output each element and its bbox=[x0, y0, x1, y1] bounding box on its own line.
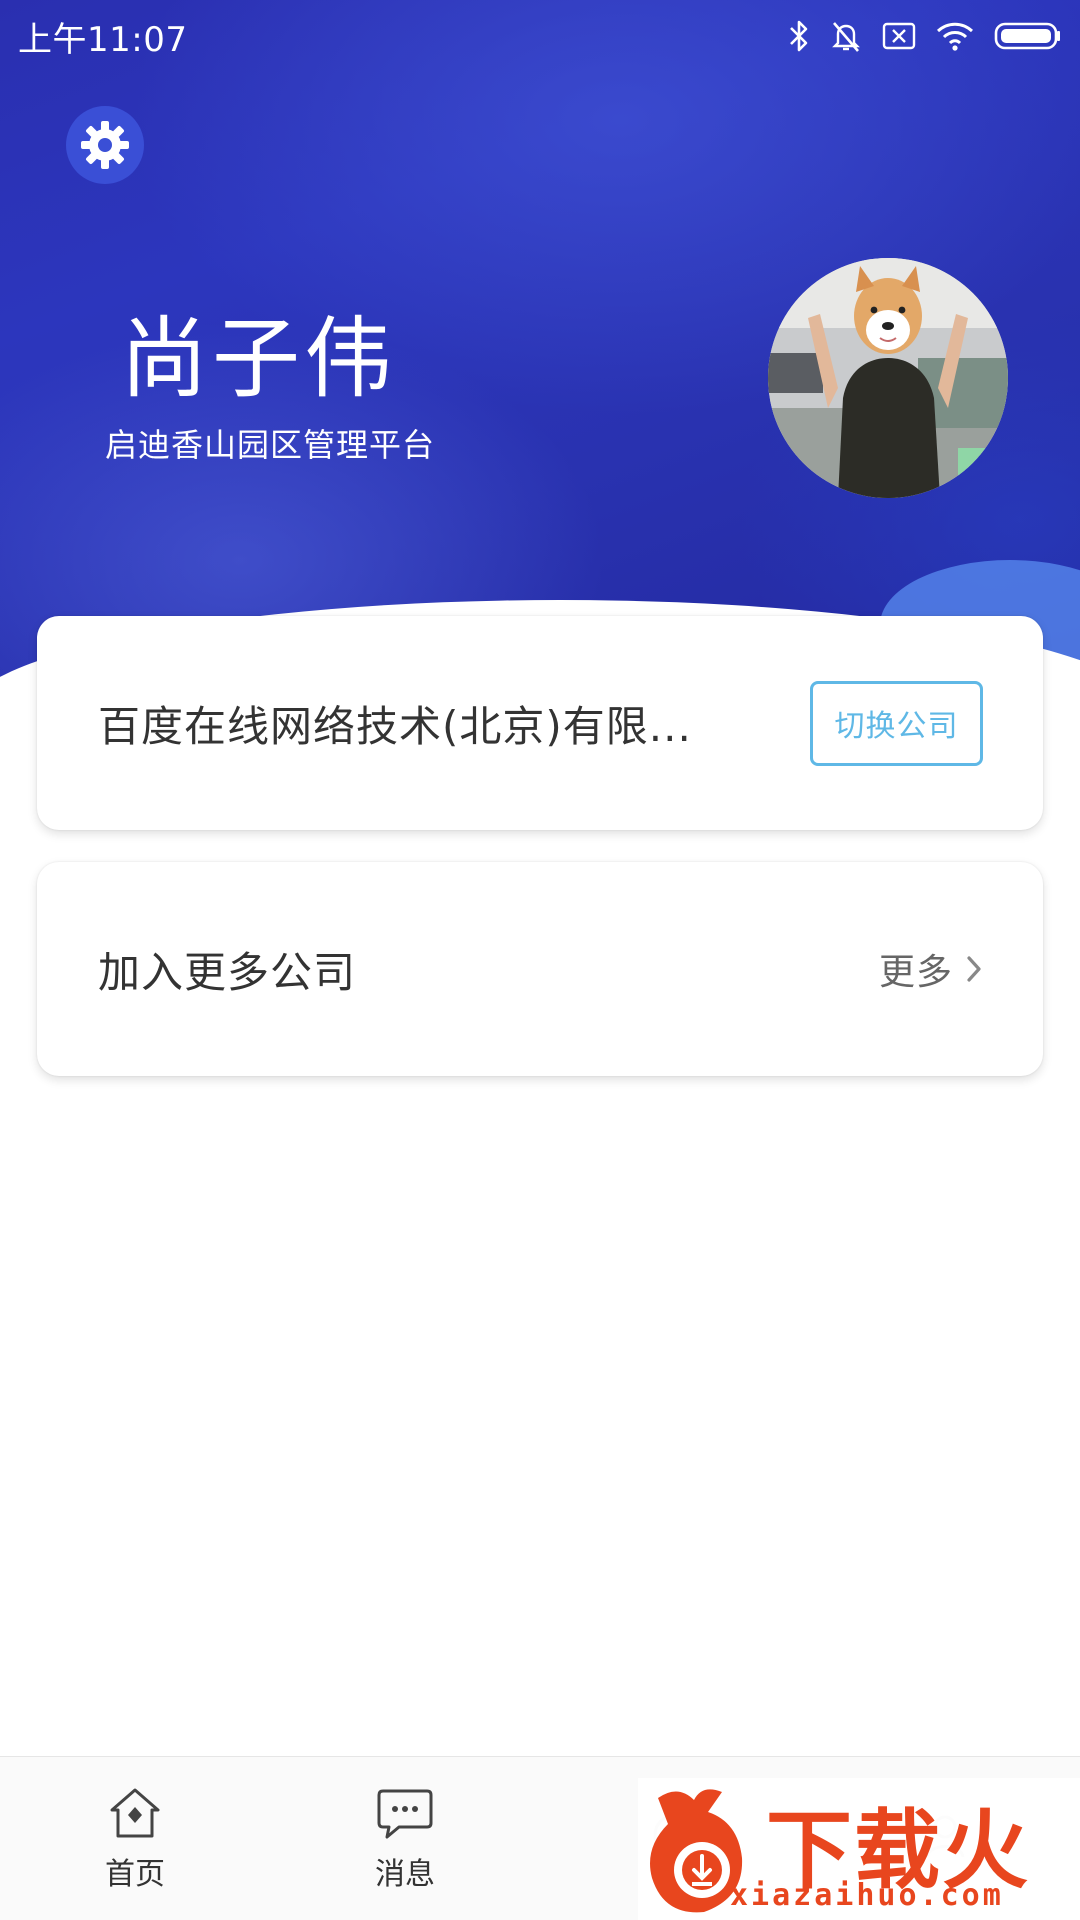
profile-screen: 上午11:07 尚子伟 启迪香山园区管理平台 百度在线网络技术(北京)有限...… bbox=[0, 0, 1080, 1920]
status-time: 上午11:07 bbox=[18, 19, 188, 60]
mute-bell-icon bbox=[832, 22, 860, 52]
avatar-photo bbox=[768, 258, 1008, 498]
nav-label-home: 首页 bbox=[105, 1857, 165, 1892]
status-icons bbox=[788, 19, 1062, 53]
current-company-card: 百度在线网络技术(北京)有限... 切换公司 bbox=[37, 616, 1043, 830]
watermark: 下载火 xiazaihuo.com bbox=[638, 1778, 1080, 1920]
switch-company-button[interactable]: 切换公司 bbox=[810, 680, 983, 766]
message-icon bbox=[377, 1789, 433, 1839]
platform-name: 启迪香山园区管理平台 bbox=[105, 426, 436, 464]
status-bar: 上午11:07 bbox=[0, 0, 1080, 72]
company-name: 百度在线网络技术(北京)有限... bbox=[98, 701, 692, 751]
nav-item-messages[interactable]: 消息 bbox=[270, 1757, 540, 1920]
nav-item-home[interactable]: 首页 bbox=[0, 1757, 270, 1920]
settings-button[interactable] bbox=[66, 106, 144, 184]
wifi-icon bbox=[936, 22, 974, 51]
bluetooth-icon bbox=[790, 20, 808, 52]
battery-icon bbox=[994, 22, 1060, 50]
more-label: 更多 bbox=[878, 952, 953, 993]
chevron-right-icon bbox=[967, 956, 981, 982]
join-company-label: 加入更多公司 bbox=[98, 947, 357, 997]
no-sim-icon bbox=[882, 22, 916, 50]
nav-label-messages: 消息 bbox=[375, 1857, 435, 1892]
avatar[interactable] bbox=[768, 258, 1008, 498]
home-icon bbox=[110, 1788, 160, 1838]
more-link[interactable]: 更多 bbox=[879, 943, 983, 995]
join-more-company-card[interactable]: 加入更多公司 更多 bbox=[37, 862, 1043, 1076]
watermark-url: xiazaihuo.com bbox=[730, 1878, 1004, 1913]
user-name: 尚子伟 bbox=[120, 307, 397, 410]
gear-icon bbox=[81, 121, 129, 169]
